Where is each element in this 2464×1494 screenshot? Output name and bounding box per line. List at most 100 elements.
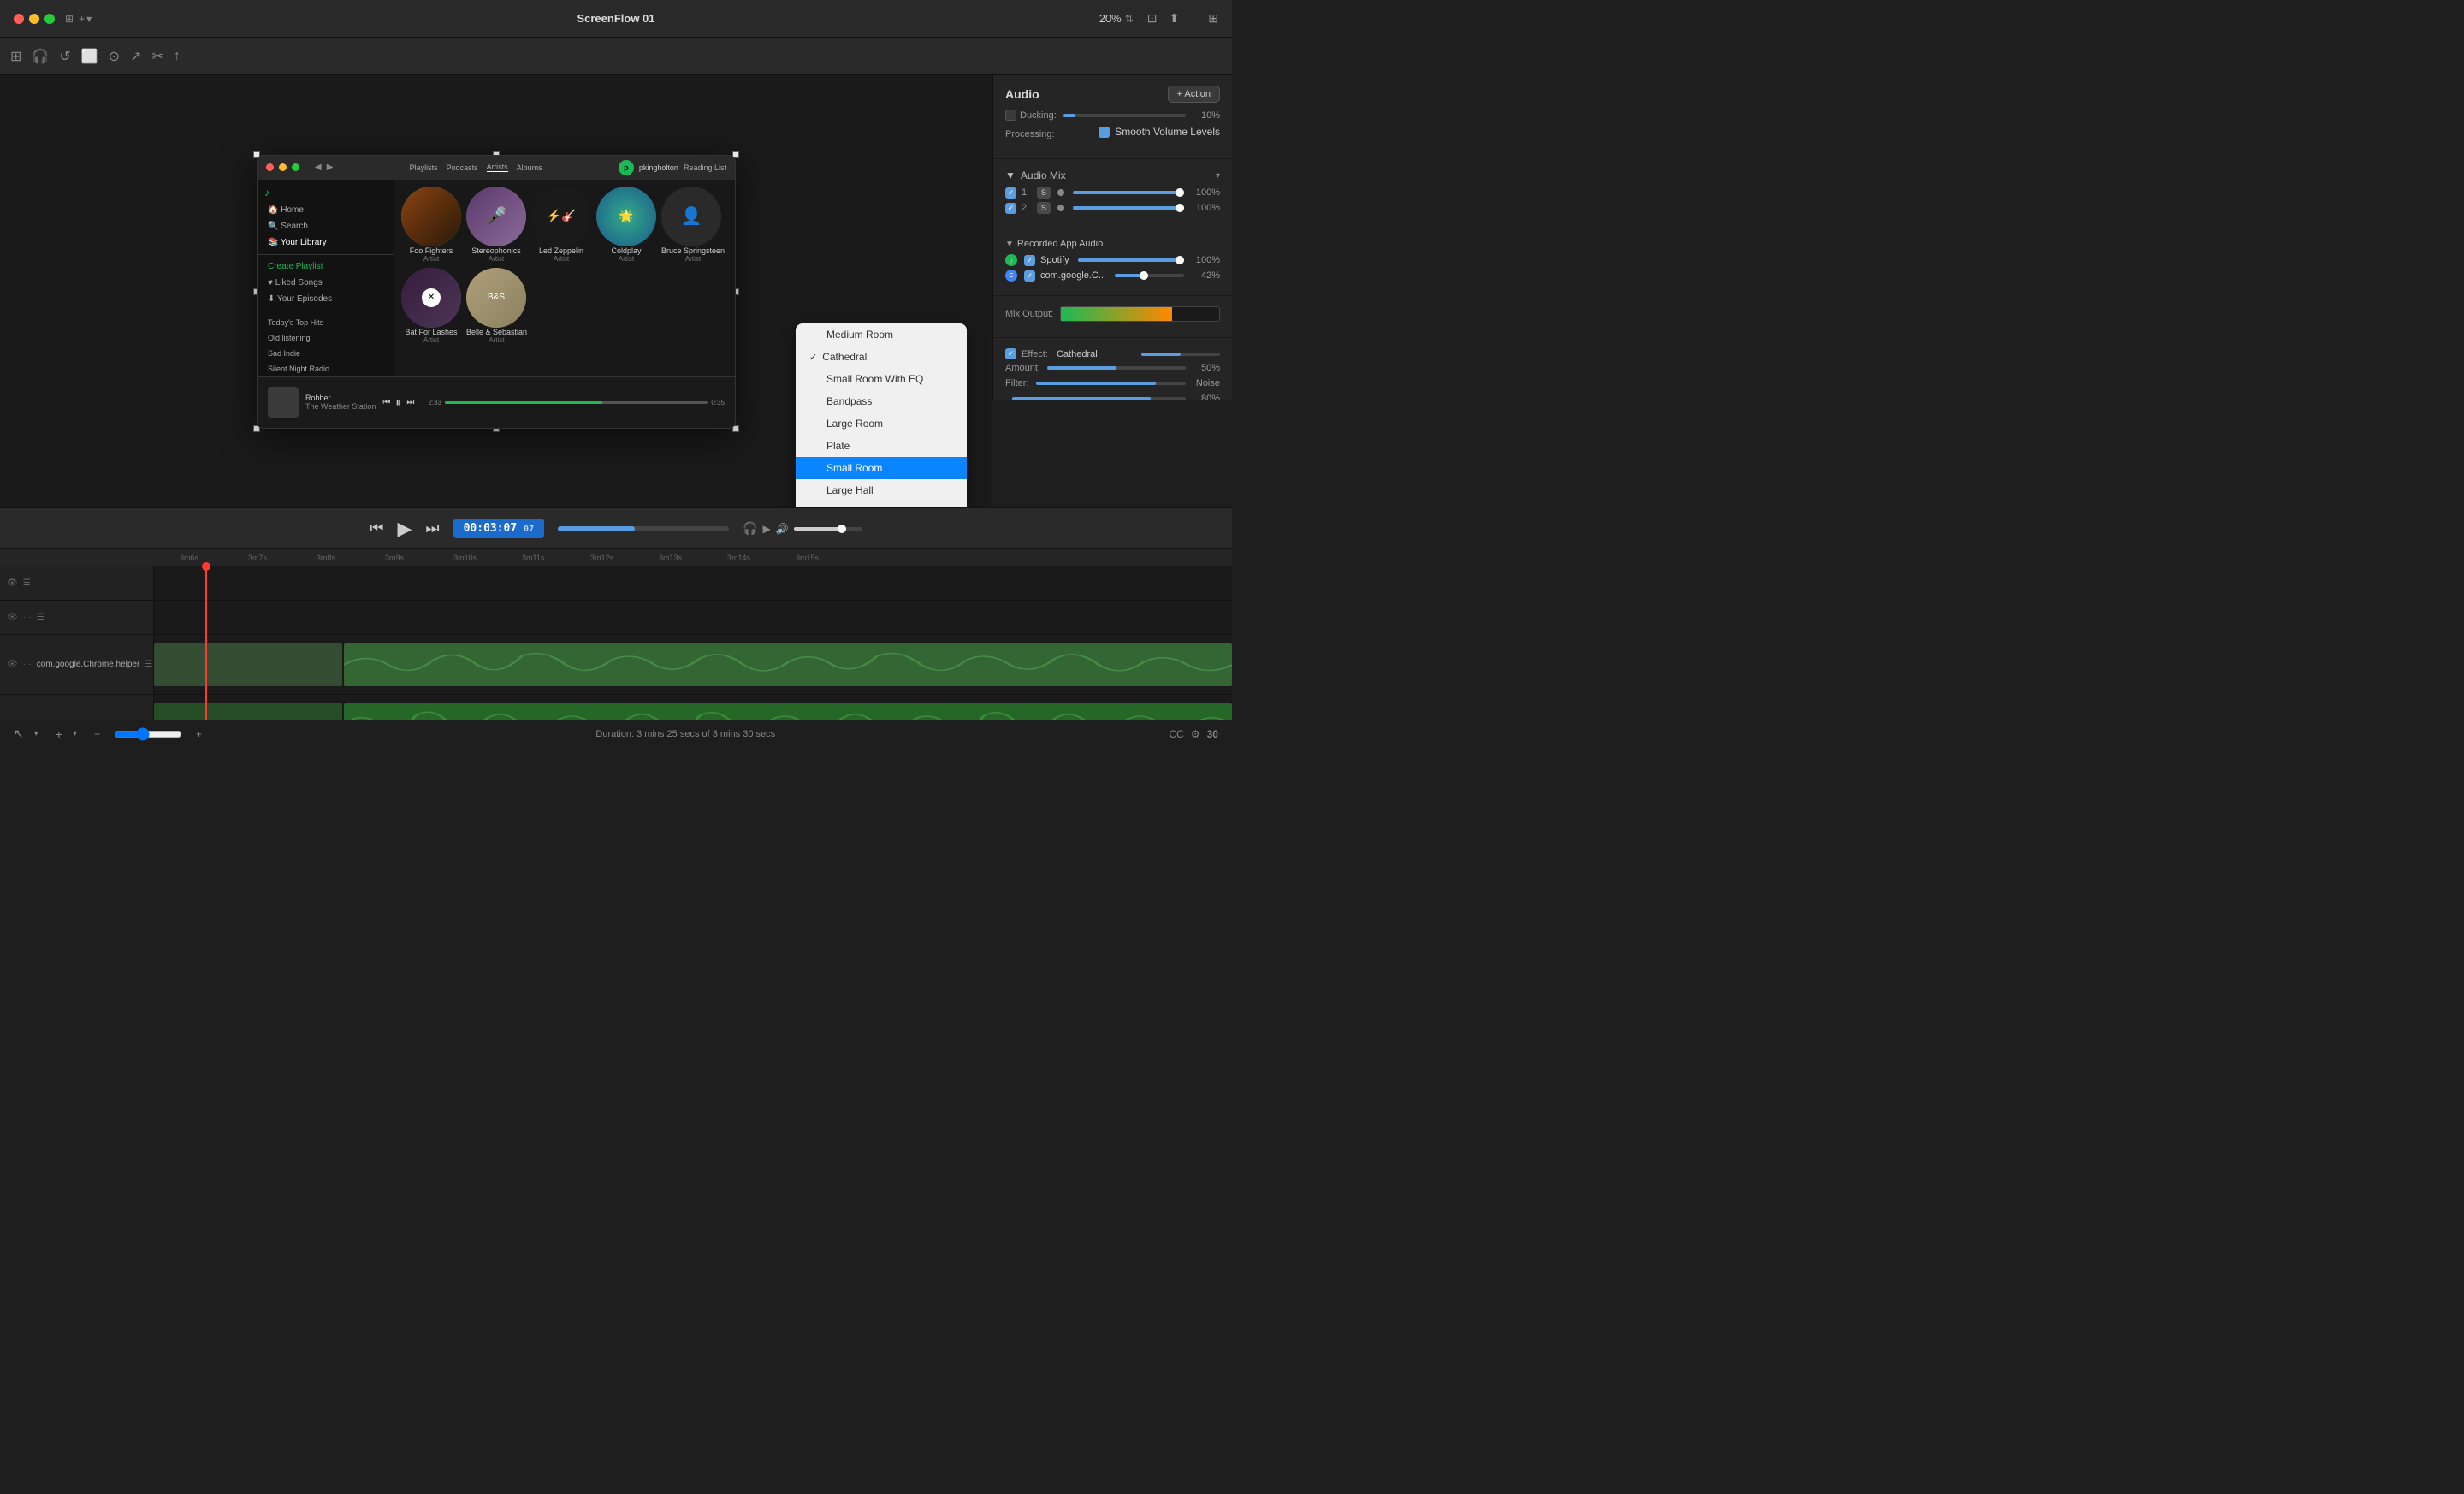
expand-icon[interactable]: ⊞	[1208, 11, 1218, 26]
track-icon-eye2[interactable]: 👁	[7, 613, 18, 622]
dropdown-item-large-hall[interactable]: Large Hall	[796, 479, 967, 501]
amount2-slider[interactable]	[1012, 397, 1186, 400]
audio-icon[interactable]: 🎧	[32, 48, 49, 65]
sp-minimize[interactable]	[279, 163, 287, 171]
add-media-icon[interactable]: +	[56, 727, 62, 741]
dropdown-item-plate[interactable]: Plate	[796, 435, 967, 457]
route-icon[interactable]: ▶	[763, 523, 771, 535]
sidebar-item-old-listening[interactable]: Old listening	[258, 330, 394, 346]
channel-1-checkbox[interactable]: ✓	[1005, 187, 1016, 199]
chrome-audio-checkbox[interactable]: ✓	[1024, 270, 1035, 282]
sidebar-item-library[interactable]: 📚 Your Library	[258, 234, 394, 251]
sp-reading-list[interactable]: Reading List	[684, 163, 726, 172]
artist-coldplay[interactable]: 🌟 Coldplay Artist	[596, 187, 656, 263]
chrome-audio-slider[interactable]	[1115, 274, 1184, 277]
smooth-volume-checkbox[interactable]	[1099, 127, 1110, 138]
track-icon-menu1[interactable]: ☰	[23, 578, 31, 588]
dropdown-item-cathedral[interactable]: ✓ Cathedral	[796, 346, 967, 368]
track-icon-dots2[interactable]: ···	[23, 613, 32, 622]
artist-belle-sebastian[interactable]: B&S Belle & Sebastian Artist	[466, 268, 527, 344]
track-icon-menu2[interactable]: ☰	[37, 613, 44, 622]
track-icon-menu-chrome[interactable]: ☰	[145, 660, 152, 669]
recorded-app-collapse-icon[interactable]: ▼	[1005, 240, 1014, 249]
close-button[interactable]	[14, 14, 24, 24]
captions-icon[interactable]: CC	[1170, 728, 1184, 740]
audio-mix-header[interactable]: ▼ Audio Mix ▾	[1005, 169, 1220, 181]
sp-menu-albums[interactable]: Albums	[517, 163, 542, 172]
channel-2-slider[interactable]	[1073, 206, 1184, 210]
zoom-control[interactable]: 20% ⇅	[1099, 12, 1134, 25]
cursor-dropdown-icon[interactable]: ▾	[34, 729, 38, 738]
artist-bruce-springsteen[interactable]: 👤 Bruce Springsteen Artist	[661, 187, 725, 263]
effect-slider[interactable]	[1141, 353, 1221, 356]
export-icon[interactable]: ↑	[174, 49, 181, 64]
sp-forward-icon[interactable]: ▶	[327, 163, 334, 172]
skip-forward-button[interactable]: ⏭	[425, 519, 439, 537]
channel-2-knob[interactable]	[1057, 205, 1064, 211]
artist-foo-fighters[interactable]: Foo Fighters Artist	[401, 187, 461, 263]
sp-menu-artists[interactable]: Podcasts	[447, 163, 478, 172]
zoom-stepper-icon[interactable]: ⇅	[1125, 13, 1134, 25]
sidebar-item-top-hits[interactable]: Today's Top Hits	[258, 315, 394, 330]
zoom-slider[interactable]	[114, 727, 182, 741]
sidebar-item-liked[interactable]: ♥ Liked Songs	[258, 275, 394, 291]
dropdown-item-small-room[interactable]: Small Room	[796, 457, 967, 479]
record-icon[interactable]: ⊙	[109, 48, 120, 65]
ducking-slider[interactable]	[1063, 114, 1186, 117]
sp-back-icon[interactable]: ◀	[315, 163, 322, 172]
sp-close[interactable]	[266, 163, 274, 171]
sidebar-item-episodes[interactable]: ⬇ Your Episodes	[258, 291, 394, 307]
channel-1-knob[interactable]	[1057, 189, 1064, 196]
dropdown-item-bandpass[interactable]: Bandpass	[796, 390, 967, 412]
cursor-icon[interactable]: ↗	[130, 48, 141, 65]
track-icon-eye-chrome[interactable]: 👁	[7, 660, 18, 669]
sidebar-item-sad-indie[interactable]: Sad Indie	[258, 346, 394, 361]
sp-prev-icon[interactable]: ⏮	[382, 398, 390, 407]
sidebar-item-create-playlist[interactable]: Create Playlist	[258, 258, 394, 275]
ducking-checkbox[interactable]	[1005, 110, 1016, 121]
dropdown-item-large-room[interactable]: Large Room	[796, 412, 967, 435]
play-pause-button[interactable]: ▶	[397, 518, 412, 540]
channel-1-s-btn[interactable]: S	[1037, 187, 1051, 199]
crop-icon[interactable]: ✂	[151, 48, 163, 65]
headphone-icon[interactable]: 🎧	[743, 521, 757, 536]
cursor-tool-icon[interactable]: ↖	[14, 726, 24, 741]
sp-menu-artists-active[interactable]: Artists	[487, 163, 508, 172]
share-icon[interactable]: ⬆	[1170, 11, 1180, 26]
chevron-down-icon[interactable]: ▾	[86, 13, 92, 25]
sp-play-icon[interactable]: ⏸	[395, 395, 401, 410]
add-clip-icon[interactable]: +	[79, 13, 85, 25]
filter-slider[interactable]	[1036, 382, 1187, 385]
sp-next-icon[interactable]: ⏭	[406, 398, 414, 407]
spotify-audio-slider[interactable]	[1078, 258, 1184, 262]
progress-track[interactable]	[445, 401, 708, 404]
minimize-button[interactable]	[29, 14, 39, 24]
zoom-in-icon[interactable]: +	[196, 728, 202, 740]
dropdown-item-presence[interactable]: Presence	[796, 501, 967, 507]
artist-led-zeppelin[interactable]: ⚡🎸 Led Zeppelin Artist	[531, 187, 591, 263]
add-media-dropdown-icon[interactable]: ▾	[73, 729, 77, 738]
sidebar-toggle-icon[interactable]: ⊞	[65, 13, 74, 25]
channel-2-checkbox[interactable]: ✓	[1005, 203, 1016, 214]
fit-icon[interactable]: ⊡	[1147, 11, 1158, 26]
zoom-out-icon[interactable]: −	[94, 728, 100, 740]
channel-1-slider[interactable]	[1073, 191, 1184, 194]
view-icon[interactable]: ⊞	[10, 48, 21, 65]
spotify-audio-checkbox[interactable]: ✓	[1024, 255, 1035, 266]
sidebar-item-search[interactable]: 🔍 Search	[258, 218, 394, 234]
volume-slider[interactable]	[794, 527, 862, 531]
dropdown-item-small-room-eq[interactable]: Small Room With EQ	[796, 368, 967, 390]
channel-2-s-btn[interactable]: S	[1037, 202, 1051, 214]
artist-stereophonics[interactable]: 🎤 Stereophonics Artist	[466, 187, 526, 263]
sidebar-item-home[interactable]: 🏠 Home	[258, 202, 394, 218]
audio-mix-options-icon[interactable]: ▾	[1216, 171, 1220, 181]
sp-avatar[interactable]: p	[619, 160, 634, 175]
volume-icon[interactable]: 🔊	[776, 523, 789, 535]
refresh-icon[interactable]: ↺	[59, 48, 70, 65]
sp-maximize[interactable]	[292, 163, 299, 171]
track-icon-dots-chrome[interactable]: ···	[23, 660, 32, 669]
sp-menu-podcasts[interactable]: Playlists	[410, 163, 438, 172]
dropdown-item-medium-room[interactable]: Medium Room	[796, 323, 967, 346]
maximize-button[interactable]	[44, 14, 55, 24]
monitor-icon[interactable]: ⬜	[81, 48, 98, 65]
